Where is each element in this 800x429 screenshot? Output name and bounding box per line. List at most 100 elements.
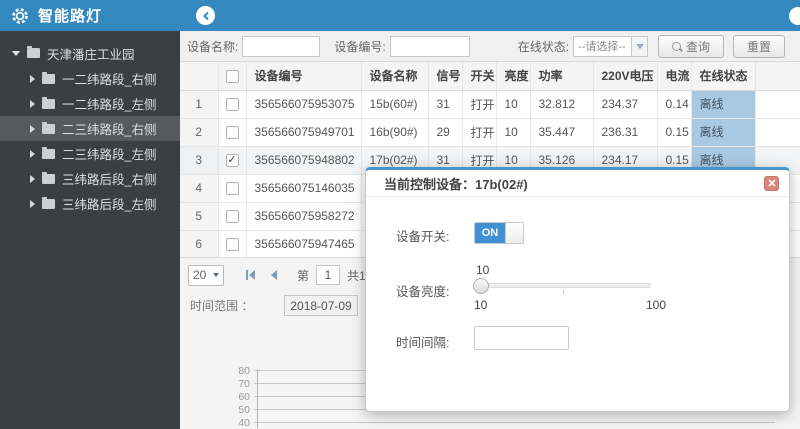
time-interval-input[interactable] bbox=[474, 326, 569, 350]
topbar-right-icon[interactable] bbox=[789, 7, 800, 25]
row-checkbox[interactable] bbox=[225, 182, 239, 196]
search-toolbar: 设备名称: 设备编号: 在线状态: --请选择-- 查询 重置 bbox=[180, 31, 800, 62]
online-status-label: 在线状态: bbox=[517, 39, 570, 54]
online-status-select[interactable]: --请选择-- bbox=[573, 35, 649, 57]
online-status-selected-value: --请选择-- bbox=[578, 41, 626, 53]
tree-item-2[interactable]: 一二纬路段_左侧 bbox=[0, 91, 180, 116]
brightness-slider: 10 10 100 bbox=[473, 263, 666, 312]
folder-icon bbox=[42, 171, 55, 184]
tree-item-3-selected[interactable]: 二三纬路段_右侧 bbox=[0, 116, 180, 141]
slider-track[interactable] bbox=[473, 278, 651, 294]
page-number-input[interactable] bbox=[316, 265, 341, 285]
folder-icon bbox=[42, 196, 55, 209]
device-brightness-label: 设备亮度: bbox=[396, 285, 450, 299]
folder-icon bbox=[42, 146, 55, 159]
sidebar: 智能路灯 天津潘庄工业园 一二纬路段_右侧 一二纬路段_左侧 二三纬路段_右侧 … bbox=[0, 0, 180, 429]
tree-item-4[interactable]: 二三纬路段_左侧 bbox=[0, 141, 180, 166]
page-prefix-label: 第 bbox=[297, 268, 310, 283]
caret-right-icon[interactable] bbox=[30, 149, 35, 158]
gear-icon bbox=[12, 7, 28, 24]
collapse-sidebar-button[interactable] bbox=[196, 6, 215, 25]
device-name-label: 设备名称: bbox=[187, 39, 239, 54]
row-checkbox[interactable] bbox=[225, 238, 239, 252]
row-checkbox-checked[interactable] bbox=[225, 154, 239, 168]
row-checkbox[interactable] bbox=[225, 126, 239, 140]
app-window: 智能路灯 天津潘庄工业园 一二纬路段_右侧 一二纬路段_左侧 二三纬路段_右侧 … bbox=[0, 0, 800, 429]
time-range-label: 时间范围 ： bbox=[190, 299, 254, 313]
row-checkbox[interactable] bbox=[225, 210, 239, 224]
chevron-left-icon bbox=[202, 11, 209, 20]
first-page-button[interactable] bbox=[246, 270, 255, 280]
col-status: 在线状态 bbox=[691, 62, 756, 91]
device-name-input[interactable] bbox=[242, 35, 321, 57]
time-range-row: 时间范围 ： bbox=[190, 295, 359, 316]
col-device-name: 设备名称 bbox=[361, 62, 429, 91]
device-switch-toggle[interactable]: ON bbox=[474, 222, 524, 244]
slider-mid-tick bbox=[562, 290, 564, 294]
caret-down-icon[interactable] bbox=[12, 50, 20, 56]
device-control-dialog: 当前控制设备：17b(02#) 设备开关: ON 设备亮度: 10 10 100… bbox=[365, 167, 790, 412]
tree-item-label: 一二纬路段_左侧 bbox=[62, 98, 157, 112]
tree-root-node[interactable]: 天津潘庄工业园 bbox=[0, 40, 180, 66]
col-power: 功率 bbox=[530, 62, 594, 91]
device-brightness-row: 设备亮度: 10 10 100 bbox=[396, 263, 789, 312]
tree-item-1[interactable]: 一二纬路段_右侧 bbox=[0, 66, 180, 91]
folder-icon bbox=[42, 96, 55, 109]
app-title: 智能路灯 bbox=[38, 8, 103, 25]
caret-right-icon[interactable] bbox=[30, 99, 35, 108]
status-badge: 离线 bbox=[691, 90, 754, 117]
dialog-header: 当前控制设备：17b(02#) bbox=[366, 170, 789, 197]
toggle-knob[interactable] bbox=[505, 223, 523, 243]
brightness-max-label: 100 bbox=[645, 298, 666, 312]
status-badge: 离线 bbox=[691, 118, 754, 145]
folder-icon bbox=[42, 71, 55, 84]
chevron-down-icon bbox=[635, 43, 644, 49]
chevron-down-icon bbox=[213, 273, 219, 277]
search-icon bbox=[672, 41, 682, 51]
col-device-id: 设备编号 bbox=[246, 62, 362, 91]
device-switch-row: 设备开关: ON bbox=[396, 222, 789, 245]
slider-handle[interactable] bbox=[473, 278, 489, 294]
col-brightness: 亮度 bbox=[496, 62, 531, 91]
row-checkbox[interactable] bbox=[225, 98, 239, 112]
caret-right-icon[interactable] bbox=[30, 74, 35, 83]
close-button[interactable] bbox=[764, 175, 779, 191]
col-switch: 开关 bbox=[462, 62, 497, 91]
col-voltage: 220V电压 bbox=[593, 62, 658, 91]
tree-item-label: 二三纬路段_左侧 bbox=[62, 148, 157, 162]
chart-axis-line bbox=[257, 369, 258, 428]
device-tree: 天津潘庄工业园 一二纬路段_右侧 一二纬路段_左侧 二三纬路段_右侧 二三纬路段 bbox=[0, 31, 180, 216]
table-row[interactable]: 2 356566075949701 16b(90#) 29 打开 10 35.4… bbox=[180, 118, 800, 147]
query-button[interactable]: 查询 bbox=[658, 34, 725, 58]
table-header-row: 设备编号 设备名称 信号 开关 亮度 功率 220V电压 电流 在线状态 bbox=[180, 62, 800, 91]
table-row[interactable]: 1 356566075953075 15b(60#) 31 打开 10 32.8… bbox=[180, 90, 800, 119]
dialog-body: 设备开关: ON 设备亮度: 10 10 100 时间间隔: bbox=[366, 197, 789, 351]
page-size-select[interactable]: 20 bbox=[188, 264, 224, 286]
col-signal: 信号 bbox=[428, 62, 463, 91]
caret-right-icon[interactable] bbox=[30, 199, 35, 208]
tree-item-5[interactable]: 三纬路后段_右侧 bbox=[0, 166, 180, 191]
select-all-checkbox[interactable] bbox=[225, 69, 239, 83]
caret-right-icon[interactable] bbox=[30, 174, 35, 183]
tree-root-label: 天津潘庄工业园 bbox=[47, 47, 135, 62]
device-id-label: 设备编号: bbox=[334, 39, 386, 54]
reset-button[interactable]: 重置 bbox=[733, 34, 786, 58]
caret-right-icon[interactable] bbox=[30, 124, 35, 133]
logo-bar: 智能路灯 bbox=[0, 0, 180, 31]
select-chevron-box[interactable] bbox=[631, 36, 648, 56]
brightness-current-value: 10 bbox=[476, 263, 490, 277]
col-current: 电流 bbox=[657, 62, 692, 91]
toggle-on-label: ON bbox=[475, 223, 505, 243]
close-icon bbox=[767, 179, 776, 187]
tree-item-6[interactable]: 三纬路后段_左侧 bbox=[0, 191, 180, 216]
device-switch-label: 设备开关: bbox=[396, 230, 450, 244]
tree-item-label: 三纬路后段_左侧 bbox=[62, 198, 157, 212]
brightness-min-label: 10 bbox=[474, 298, 488, 312]
time-range-input[interactable] bbox=[284, 295, 359, 316]
device-id-input[interactable] bbox=[389, 35, 470, 57]
folder-icon bbox=[42, 121, 55, 134]
dialog-title: 当前控制设备：17b(02#) bbox=[384, 176, 528, 192]
prev-page-button[interactable] bbox=[271, 270, 277, 280]
folder-icon bbox=[27, 46, 40, 58]
topbar bbox=[180, 0, 800, 31]
